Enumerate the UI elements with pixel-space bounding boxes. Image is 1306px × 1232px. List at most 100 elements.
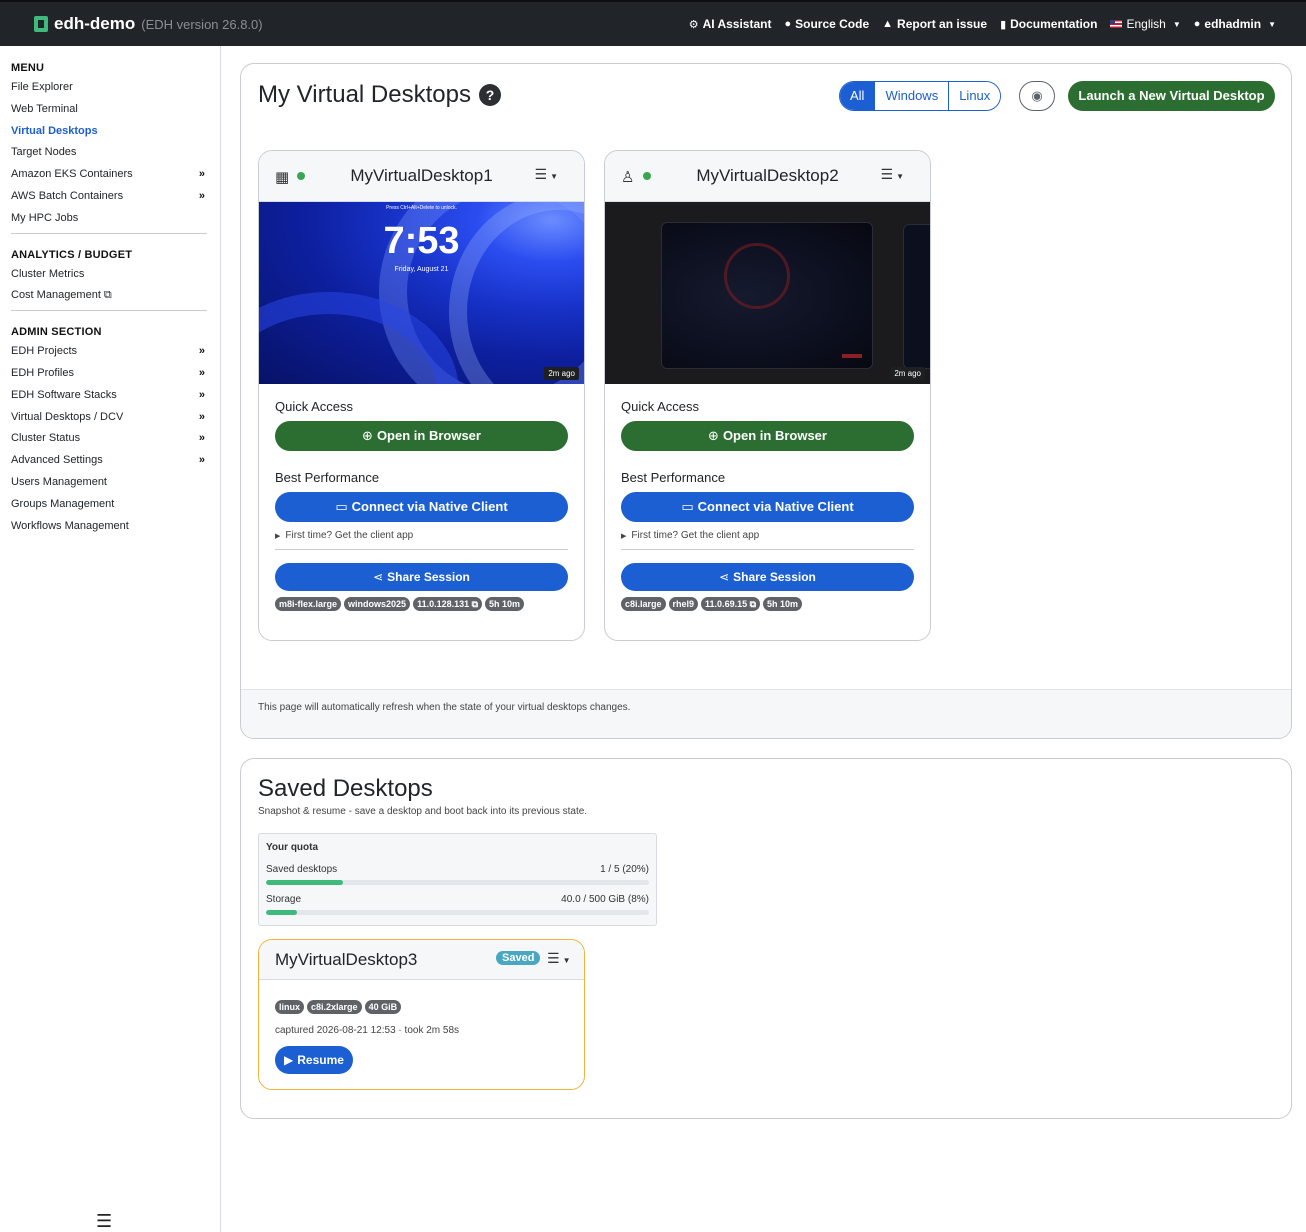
resume-button[interactable]: ▶ Resume <box>275 1046 353 1074</box>
brand-version: (EDH version 26.8.0) <box>141 16 263 32</box>
sidebar-item-edh-projects[interactable]: EDH Projects » <box>11 341 207 363</box>
sidebar-item-target-nodes[interactable]: Target Nodes <box>11 142 207 164</box>
saved-desktop-header: MyVirtualDesktop3 Saved ☰ ▼ <box>259 940 584 980</box>
os-badge: windows2025 <box>344 597 411 611</box>
screen-preview <box>903 224 930 369</box>
share-session-label: Share Session <box>733 570 816 584</box>
connect-native-client-button[interactable]: ▭ Connect via Native Client <box>621 492 914 522</box>
share-icon: ⋖ <box>373 570 384 584</box>
open-in-browser-button[interactable]: ⊕ Open in Browser <box>621 421 914 451</box>
user-label: edhadmin <box>1204 17 1262 31</box>
wallpaper-shape <box>724 243 790 309</box>
sidebar-item-workflows-management[interactable]: Workflows Management <box>11 516 207 538</box>
desktop-menu-button[interactable]: ☰ ▼ <box>881 166 904 183</box>
edh-logo-icon <box>34 16 48 32</box>
caret-down-icon: ▼ <box>896 172 904 181</box>
sidebar-item-label: Virtual Desktops / DCV <box>11 410 124 423</box>
ai-assistant-link[interactable]: ⚙ AI Assistant <box>689 17 772 31</box>
user-dropdown[interactable]: ● edhadmin ▼ <box>1194 17 1276 31</box>
captured-info: captured 2026-08-21 12:53 · took 2m 58s <box>275 1025 460 1036</box>
sidebar-item-file-explorer[interactable]: File Explorer <box>11 77 207 99</box>
open-in-browser-button[interactable]: ⊕ Open in Browser <box>275 421 568 451</box>
sidebar-divider <box>11 310 207 312</box>
menu-icon: ☰ <box>534 166 548 182</box>
quota-storage-value: 40.0 / 500 GiB (8%) <box>561 894 649 905</box>
sidebar-item-edh-profiles[interactable]: EDH Profiles » <box>11 363 207 385</box>
sidebar-item-cost-management[interactable]: Cost Management ⧉ <box>11 285 207 307</box>
connect-native-client-button[interactable]: ▭ Connect via Native Client <box>275 492 568 522</box>
warning-icon: ▲ <box>882 18 894 30</box>
page-title-text: My Virtual Desktops <box>258 81 471 108</box>
sidebar-item-aws-batch[interactable]: AWS Batch Containers » <box>11 186 207 208</box>
robot-icon: ⚙ <box>688 18 699 31</box>
menu-icon: ☰ <box>547 950 560 966</box>
filter-linux-button[interactable]: Linux <box>948 82 1001 110</box>
quota-saved-progress <box>266 880 649 885</box>
triangle-right-icon: ▶ <box>275 533 281 540</box>
chevron-double-down-icon: » <box>198 189 205 202</box>
documentation-link[interactable]: ▮ Documentation <box>1000 17 1097 31</box>
sidebar-item-label: Cluster Metrics <box>11 267 85 280</box>
sidebar-item-label: EDH Profiles <box>11 366 74 379</box>
quota-box: Your quota Saved desktops 1 / 5 (20%) St… <box>258 833 657 926</box>
os-badge: rhel9 <box>668 597 699 611</box>
sidebar-item-label: Advanced Settings <box>11 454 103 467</box>
sidebar-item-label: My HPC Jobs <box>11 211 79 224</box>
open-in-browser-label: Open in Browser <box>722 428 827 443</box>
ip-badge[interactable]: 11.0.69.15 ⧉ <box>701 597 761 611</box>
sidebar-item-cluster-metrics[interactable]: Cluster Metrics <box>11 264 207 286</box>
ip-badge[interactable]: 11.0.128.131 ⧉ <box>413 597 483 611</box>
sidebar-item-amazon-eks[interactable]: Amazon EKS Containers » <box>11 164 207 186</box>
user-icon: ● <box>1193 18 1201 30</box>
first-time-toggle[interactable]: ▶ First time? Get the client app <box>275 530 568 541</box>
menu-heading: MENU <box>11 62 45 74</box>
toggle-visibility-button[interactable]: ◉ <box>1019 81 1055 111</box>
help-icon[interactable]: ? <box>478 84 501 106</box>
sidebar-item-edh-software-stacks[interactable]: EDH Software Stacks » <box>11 385 207 407</box>
source-code-link[interactable]: ● Source Code <box>784 17 869 31</box>
sidebar-item-cluster-status[interactable]: Cluster Status » <box>11 428 207 450</box>
share-session-button[interactable]: ⋖ Share Session <box>621 563 914 591</box>
sidebar-divider <box>11 232 207 234</box>
sidebar-item-label: Virtual Desktops <box>11 124 98 137</box>
github-icon: ● <box>784 18 792 30</box>
sidebar-item-users-management[interactable]: Users Management <box>11 472 207 494</box>
language-dropdown[interactable]: English ▼ <box>1110 17 1181 31</box>
filter-all-button[interactable]: All <box>840 82 875 110</box>
sidebar-item-label: Web Terminal <box>11 102 78 115</box>
sidebar: MENU File Explorer Web Terminal Virtual … <box>0 46 221 1232</box>
sidebar-item-advanced-settings[interactable]: Advanced Settings » <box>11 450 207 472</box>
sidebar-item-virtual-desktops-dcv[interactable]: Virtual Desktops / DCV » <box>11 407 207 429</box>
first-time-toggle[interactable]: ▶ First time? Get the client app <box>621 530 914 541</box>
filter-windows-button[interactable]: Windows <box>874 82 949 110</box>
storage-badge: 40 GiB <box>364 1000 402 1014</box>
first-time-label: First time? Get the client app <box>285 530 414 541</box>
sidebar-toggle-icon[interactable]: ☰ <box>96 1211 112 1232</box>
saved-desktop-menu-button[interactable]: ☰ ▼ <box>547 950 570 967</box>
first-time-label: First time? Get the client app <box>631 530 760 541</box>
report-issue-link[interactable]: ▲ Report an issue <box>882 17 987 31</box>
desktop-thumbnail[interactable]: Press Ctrl+Alt+Delete to unlock. 7:53 Fr… <box>259 202 584 384</box>
desktop-card: ▦ MyVirtualDesktop1 ☰ ▼ Press Ctrl+Alt+De… <box>258 150 585 641</box>
desktop-thumbnail[interactable]: 2m ago <box>605 202 930 384</box>
chevron-double-down-icon: » <box>198 168 205 181</box>
lock-screen-date: Friday, August 21 <box>394 266 449 273</box>
brand[interactable]: edh-demo (EDH version 26.8.0) <box>34 14 263 34</box>
uptime-badge: 5h 10m <box>763 597 803 611</box>
saved-desktops-subtitle: Snapshot & resume - save a desktop and b… <box>258 806 588 817</box>
caret-down-icon: ▼ <box>1268 19 1276 29</box>
us-flag-icon <box>1110 20 1123 28</box>
thumbnail-age: 2m ago <box>544 367 579 380</box>
sidebar-item-virtual-desktops[interactable]: Virtual Desktops <box>11 121 207 143</box>
sidebar-item-groups-management[interactable]: Groups Management <box>11 494 207 516</box>
launch-desktop-button[interactable]: Launch a New Virtual Desktop <box>1068 81 1275 111</box>
sidebar-item-my-hpc-jobs[interactable]: My HPC Jobs <box>11 208 207 230</box>
quota-storage-progress <box>266 910 649 915</box>
admin-heading: ADMIN SECTION <box>11 326 102 339</box>
ai-assistant-label: AI Assistant <box>702 17 772 31</box>
play-icon: ▶ <box>284 1053 294 1067</box>
os-badge: linux <box>275 1000 305 1014</box>
sidebar-item-web-terminal[interactable]: Web Terminal <box>11 99 207 121</box>
share-session-button[interactable]: ⋖ Share Session <box>275 563 568 591</box>
desktop-menu-button[interactable]: ☰ ▼ <box>535 166 558 183</box>
